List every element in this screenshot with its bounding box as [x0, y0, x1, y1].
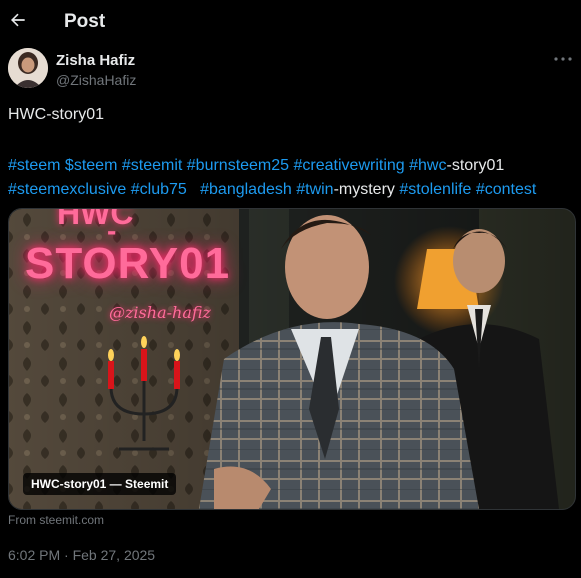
- hashtag-link[interactable]: #club75: [131, 181, 187, 198]
- card-image-title: STORY01: [25, 239, 231, 288]
- post-timestamp[interactable]: 6:02 PM · Feb 27, 2025: [8, 547, 155, 563]
- hashtag-link[interactable]: #stolenlife: [399, 181, 471, 198]
- hashtag-link[interactable]: #hwc: [409, 157, 446, 174]
- hashtags: #steem $steem #steemit #burnsteem25 #cre…: [8, 154, 578, 202]
- hashtag-text: -mystery: [333, 181, 400, 198]
- author-handle[interactable]: @ZishaHafiz: [56, 72, 136, 88]
- link-card[interactable]: HWC - STORY01 @zisha-hafiz HWC-story01 —…: [8, 208, 576, 510]
- card-image-text-top: HWC: [57, 208, 134, 231]
- more-horizontal-icon[interactable]: [552, 50, 574, 68]
- hashtag-link[interactable]: #steem: [8, 157, 60, 174]
- page-title: Post: [64, 11, 106, 32]
- hashtag-line-2: #steemexclusive #club75 #bangladesh #twi…: [8, 178, 578, 202]
- author-name[interactable]: Zisha Hafiz: [56, 52, 135, 69]
- hashtag-line-1: #steem $steem #steemit #burnsteem25 #cre…: [8, 154, 578, 178]
- arrow-left-icon[interactable]: [8, 6, 30, 34]
- hashtag-text: -story01: [446, 157, 505, 174]
- hashtag-link[interactable]: #steemit: [122, 157, 182, 174]
- hashtag-link[interactable]: #contest: [476, 181, 536, 198]
- hashtag-link[interactable]: #creativewriting: [294, 157, 405, 174]
- card-label: HWC-story01 — Steemit: [23, 473, 177, 495]
- hashtag-link[interactable]: #burnsteem25: [187, 157, 289, 174]
- hashtag-link[interactable]: #bangladesh: [200, 181, 292, 198]
- hashtag-link[interactable]: #twin: [296, 181, 333, 198]
- post-text: HWC-story01: [8, 106, 105, 123]
- hashtag-link[interactable]: #steemexclusive: [8, 181, 126, 198]
- card-source[interactable]: From steemit.com: [8, 513, 104, 527]
- hashtag-link[interactable]: $steem: [65, 157, 117, 174]
- hashtag-text: [187, 181, 200, 198]
- top-bar: Post: [0, 0, 581, 44]
- avatar[interactable]: [8, 48, 48, 88]
- card-image-handle: @zisha-hafiz: [109, 303, 211, 322]
